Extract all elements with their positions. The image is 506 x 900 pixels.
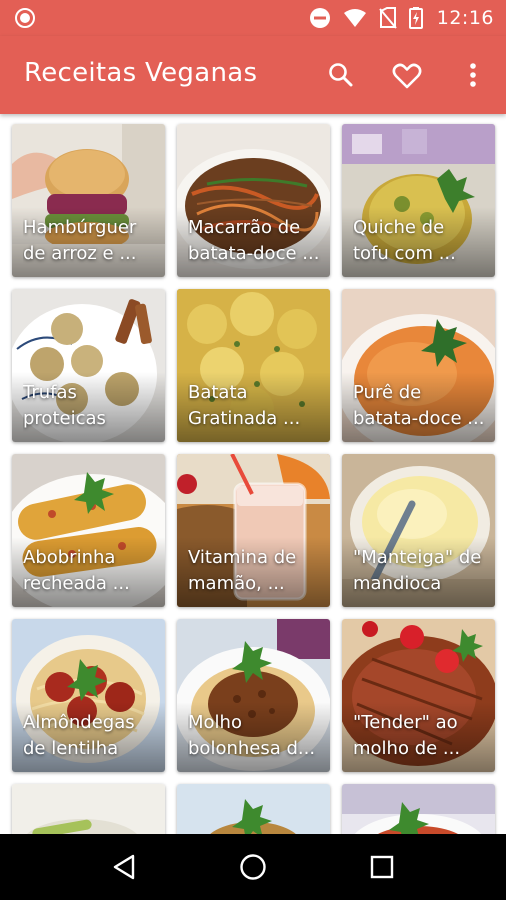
recipe-card[interactable]: Vitamina de mamão, ... xyxy=(177,454,330,607)
recipe-title: Batata Gratinada ... xyxy=(188,382,301,429)
recipe-card[interactable] xyxy=(12,784,165,834)
recipe-title: "Tender" ao molho de ... xyxy=(353,712,461,759)
recipe-title: Purê de batata-doce ... xyxy=(353,382,485,429)
app-title: Receitas Veganas xyxy=(24,58,258,88)
recipe-title: Macarrão de batata-doce ... xyxy=(188,217,320,264)
search-icon xyxy=(329,63,353,87)
app-actions xyxy=(308,36,506,114)
recipe-title: Molho bolonhesa d... xyxy=(188,712,316,759)
status-icons: 12:16 xyxy=(309,6,494,30)
recipe-card[interactable]: Purê de batata-doce ... xyxy=(342,289,495,442)
recipe-card[interactable]: "Manteiga" de mandioca xyxy=(342,454,495,607)
wifi-icon xyxy=(343,9,366,27)
recipe-photo xyxy=(342,784,495,834)
home-button[interactable] xyxy=(223,842,283,892)
favorites-button[interactable] xyxy=(374,47,440,103)
navigation-bar xyxy=(0,834,506,900)
notification-icon xyxy=(15,8,35,28)
home-circle-icon xyxy=(240,854,266,880)
heart-outline-icon xyxy=(392,63,422,88)
recents-square-icon xyxy=(370,855,393,879)
recents-button[interactable] xyxy=(352,842,412,892)
no-sim-icon xyxy=(378,7,397,29)
more-options-button[interactable] xyxy=(440,47,506,103)
recipe-card[interactable]: Almôndegas de lentilha xyxy=(12,619,165,772)
recipe-photo xyxy=(12,784,165,834)
recipe-card[interactable] xyxy=(342,784,495,834)
do-not-disturb-icon xyxy=(309,8,330,28)
recipe-card[interactable]: Batata Gratinada ... xyxy=(177,289,330,442)
search-button[interactable] xyxy=(308,47,374,103)
recipe-card[interactable]: Macarrão de batata-doce ... xyxy=(177,124,330,277)
status-bar: 12:16 xyxy=(0,0,506,36)
recipe-card[interactable]: Quiche de tofu com ... xyxy=(342,124,495,277)
recipe-title: Vitamina de mamão, ... xyxy=(188,547,297,594)
recipe-title: Abobrinha recheada ... xyxy=(23,547,130,594)
more-vert-icon xyxy=(470,63,476,87)
recipe-card[interactable]: Abobrinha recheada ... xyxy=(12,454,165,607)
recipe-grid: Hambúrguer de arroz e ... Macarrão de bata… xyxy=(0,114,506,834)
app-bar: Receitas Veganas xyxy=(0,36,506,114)
recipe-title: Hambúrguer de arroz e ... xyxy=(23,217,137,264)
recipe-card[interactable]: Hambúrguer de arroz e ... xyxy=(12,124,165,277)
recipe-card[interactable]: Trufas proteicas xyxy=(12,289,165,442)
recipe-title: Almôndegas de lentilha xyxy=(23,712,135,759)
recipe-title: Trufas proteicas xyxy=(23,382,106,429)
recipe-photo xyxy=(177,784,330,834)
recipe-card[interactable] xyxy=(177,784,330,834)
battery-charging-icon xyxy=(408,7,423,29)
back-button[interactable] xyxy=(94,842,154,892)
recipe-card[interactable]: "Tender" ao molho de ... xyxy=(342,619,495,772)
recipe-title: "Manteiga" de mandioca xyxy=(353,547,482,594)
recipe-title: Quiche de tofu com ... xyxy=(353,217,456,264)
back-triangle-icon xyxy=(114,854,135,880)
clock: 12:16 xyxy=(436,7,494,29)
recipe-card[interactable]: Molho bolonhesa d... xyxy=(177,619,330,772)
